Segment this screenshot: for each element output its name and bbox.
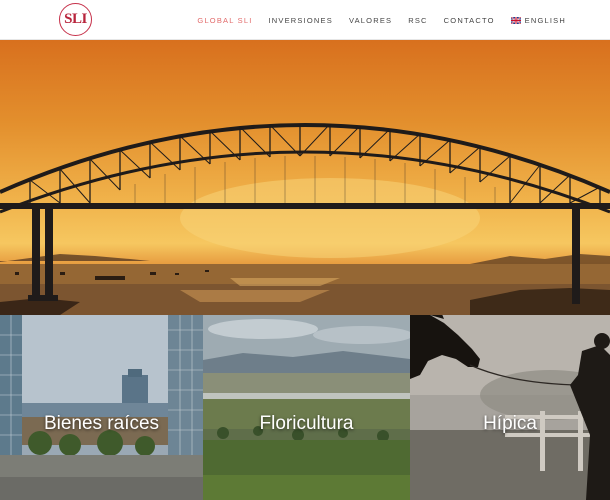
tile-label: Hípica bbox=[483, 413, 537, 434]
nav-valores[interactable]: VALORES bbox=[349, 16, 392, 25]
farmland-image bbox=[203, 315, 410, 500]
uk-flag-icon bbox=[510, 16, 521, 24]
language-label: ENGLISH bbox=[524, 15, 566, 25]
tile-label: Floricultura bbox=[259, 413, 354, 434]
tile-floricultura[interactable]: Floricultura bbox=[203, 315, 410, 500]
tile-bienes-raices[interactable]: Bienes raíces bbox=[0, 315, 203, 500]
logo-text: SLI bbox=[64, 11, 87, 27]
nav-global-sli[interactable]: GLOBAL SLI bbox=[197, 16, 252, 25]
tile-label: Bienes raíces bbox=[43, 413, 160, 434]
nav-language-english[interactable]: ENGLISH bbox=[510, 15, 566, 25]
nav-rsc[interactable]: RSC bbox=[408, 16, 427, 25]
horse-image bbox=[410, 315, 610, 500]
bridge-sunset-image bbox=[0, 123, 610, 315]
logo[interactable]: SLI bbox=[59, 3, 92, 36]
city-buildings-image bbox=[0, 315, 203, 500]
tile-hipica[interactable]: Hípica bbox=[410, 315, 610, 500]
navbar: SLI GLOBAL SLI INVERSIONES VALORES RSC C… bbox=[0, 0, 610, 40]
nav-inversiones[interactable]: INVERSIONES bbox=[268, 16, 332, 25]
hero-banner bbox=[0, 40, 610, 315]
nav-contacto[interactable]: CONTACTO bbox=[444, 16, 495, 25]
main-nav: GLOBAL SLI INVERSIONES VALORES RSC CONTA… bbox=[181, 0, 566, 40]
